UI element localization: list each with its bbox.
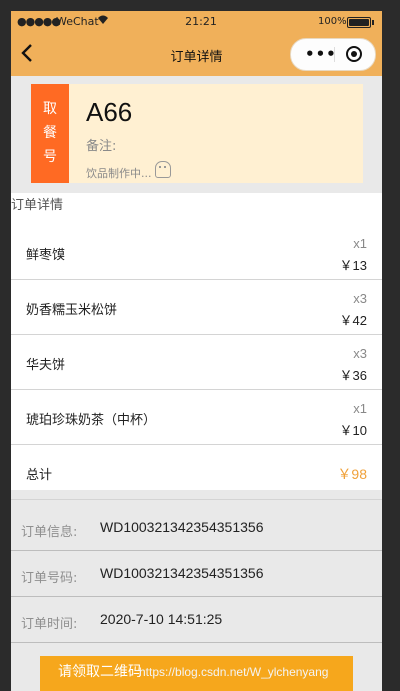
battery-icon xyxy=(347,17,374,28)
total-value: ￥98 xyxy=(337,466,367,482)
pickup-tag-char: 号 xyxy=(43,149,57,165)
order-details: 订单详情 鲜枣馍 x1 ￥13 奶香糯玉米松饼 x3 ￥42 华夫饼 x3 ￥3… xyxy=(11,193,382,500)
total-label: 总计 xyxy=(26,468,53,483)
capsule-divider xyxy=(334,47,335,62)
signal-icon: ●●●●● xyxy=(17,15,61,28)
item-name: 华夫饼 xyxy=(26,358,66,373)
mini-program-capsule: ••• xyxy=(290,38,376,71)
order-status: 饮品制作中... xyxy=(86,167,152,180)
details-header: 订单详情 xyxy=(11,198,64,213)
item-name: 奶香糯玉米松饼 xyxy=(26,303,118,318)
order-item: 鲜枣馍 x1 ￥13 xyxy=(11,224,382,280)
info-value: 2020-7-10 14:51:25 xyxy=(100,611,223,627)
battery-percent: 100% xyxy=(318,16,347,27)
info-value: WD100321342354351356 xyxy=(100,519,264,535)
pickup-tag-char: 餐 xyxy=(43,125,57,141)
info-row-order-info: 订单信息: WD100321342354351356 xyxy=(11,505,382,551)
carrier-label: WeChat xyxy=(56,15,99,28)
status-bar: ●●●●● WeChat 21:21 100% xyxy=(11,11,382,33)
order-item: 华夫饼 x3 ￥36 xyxy=(11,334,382,390)
pickup-card: 取 餐 号 A66 备注: 饮品制作中... xyxy=(31,84,363,183)
item-price: ￥13 xyxy=(339,258,367,273)
info-row-order-time: 订单时间: 2020-7-10 14:51:25 xyxy=(11,597,382,643)
action-button-label: 请领取二维码 xyxy=(58,664,142,680)
info-label: 订单信息: xyxy=(21,525,78,540)
item-price: ￥42 xyxy=(339,313,367,328)
pickup-code: A66 xyxy=(86,97,133,127)
note-label: 备注: xyxy=(86,139,117,154)
item-name: 鲜枣馍 xyxy=(26,248,66,263)
item-qty: x3 xyxy=(353,346,367,361)
item-qty: x3 xyxy=(353,291,367,306)
wifi-icon xyxy=(97,14,109,28)
item-qty: x1 xyxy=(353,236,367,251)
pickup-tag-char: 取 xyxy=(43,101,57,117)
nav-bar: 订单详情 ••• xyxy=(11,33,382,76)
item-qty: x1 xyxy=(353,401,367,416)
target-circle-icon[interactable] xyxy=(346,46,362,62)
info-value: WD100321342354351356 xyxy=(100,565,264,581)
order-item: 奶香糯玉米松饼 x3 ￥42 xyxy=(11,279,382,335)
ghost-icon xyxy=(155,161,171,178)
order-item: 琥珀珍珠奶茶（中杯） x1 ￥10 xyxy=(11,389,382,445)
watermark: https://blog.csdn.net/W_ylchenyang xyxy=(139,665,329,679)
more-dots-icon[interactable]: ••• xyxy=(305,45,337,63)
phone-screen: ●●●●● WeChat 21:21 100% 订单详情 ••• 取 餐 号 A… xyxy=(11,11,382,691)
clock: 21:21 xyxy=(185,15,217,28)
item-price: ￥36 xyxy=(339,368,367,383)
info-label: 订单时间: xyxy=(21,617,78,632)
info-row-order-number: 订单号码: WD100321342354351356 xyxy=(11,551,382,597)
item-price: ￥10 xyxy=(339,423,367,438)
pickup-tag: 取 餐 号 xyxy=(31,84,69,183)
item-name: 琥珀珍珠奶茶（中杯） xyxy=(26,413,157,428)
total-row: 总计 ￥98 xyxy=(11,444,382,500)
info-label: 订单号码: xyxy=(21,571,78,586)
